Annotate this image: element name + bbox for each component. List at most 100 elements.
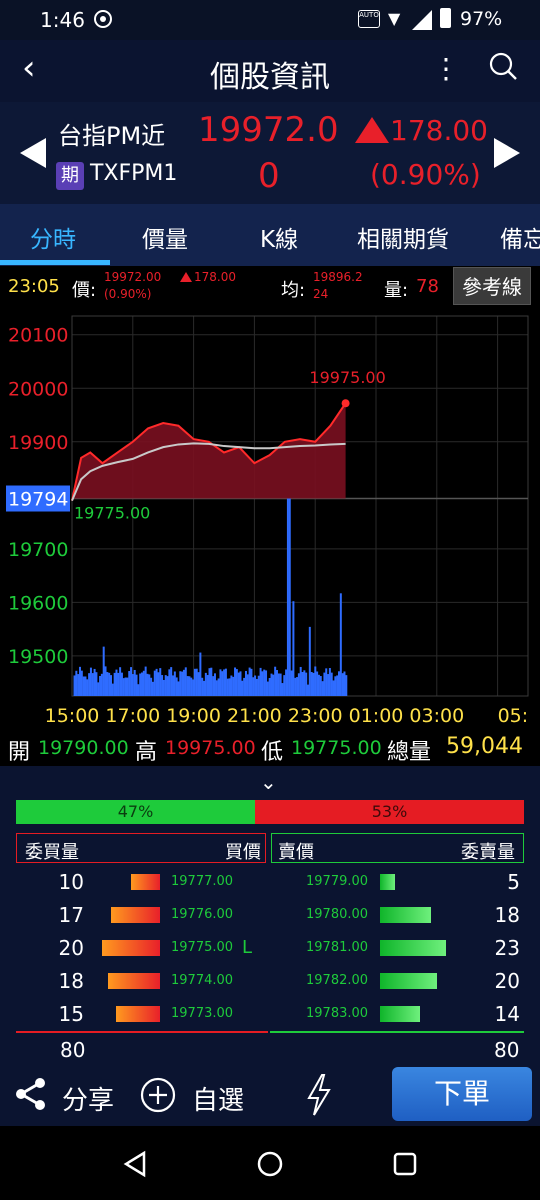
volume-bar [252, 677, 255, 696]
place-order-button[interactable]: 下單 [392, 1067, 532, 1121]
volume-bar [115, 669, 118, 696]
bid-price: 19774.00 [171, 973, 234, 988]
volume-bar [106, 672, 109, 696]
volume-bar [334, 676, 337, 696]
futures-badge: 期 [56, 162, 84, 190]
tab-kline[interactable]: K線 [260, 220, 298, 254]
plus-circle-icon[interactable] [140, 1077, 176, 1113]
share-icon[interactable] [14, 1076, 48, 1112]
bid-qty: 15 [58, 1002, 84, 1026]
buy-ratio-bar: 47% [16, 800, 255, 824]
volume-bar [197, 672, 200, 696]
sell-ratio-bar: 53% [255, 800, 524, 824]
watchlist-button[interactable]: 自選 [192, 1080, 244, 1117]
volume-bar [73, 675, 76, 696]
x-tick-label: 05: [498, 705, 529, 727]
total-sell-qty: 80 [494, 1038, 520, 1062]
volume-bar [95, 672, 98, 696]
volume-bar [286, 498, 289, 696]
battery-percent: 97% [460, 8, 503, 30]
tab-related-futures[interactable]: 相關期貨 [357, 220, 449, 254]
volume-bar [250, 668, 253, 696]
volume-bar [157, 672, 160, 696]
volume-bar [292, 601, 295, 696]
volume-bar [86, 679, 89, 696]
reference-line-button[interactable]: 參考線 [453, 267, 531, 305]
tab-bar: 分時 價量 K線 相關期貨 備忘 [0, 204, 540, 266]
volume-bar [122, 678, 125, 696]
price-change: 178.00 [390, 114, 488, 147]
order-book-row[interactable]: 10 19777.00 19779.00 5 [0, 868, 540, 901]
volume-bar [283, 675, 286, 696]
lightning-icon[interactable] [306, 1074, 332, 1116]
volume-bar [175, 677, 178, 696]
low-annotation: 19775.00 [74, 504, 150, 523]
search-icon[interactable] [488, 51, 518, 81]
prev-stock-icon[interactable] [20, 138, 46, 168]
volume-bar [203, 680, 206, 696]
volume-bar [111, 683, 114, 696]
bid-price: 19776.00 [171, 907, 234, 922]
tab-price-volume[interactable]: 價量 [142, 220, 188, 254]
tab-memo[interactable]: 備忘 [500, 220, 540, 254]
volume-bar [172, 675, 175, 696]
nav-recents-icon[interactable] [392, 1151, 418, 1177]
high-annotation: 19975.00 [309, 368, 385, 387]
volume-bar [153, 670, 156, 696]
nav-back-icon[interactable] [122, 1150, 148, 1178]
volume-bar [139, 673, 142, 696]
chrome-icon [94, 10, 112, 28]
volume-bar [110, 675, 112, 696]
x-tick-label: 23:00 [288, 705, 343, 727]
volume-bar [254, 675, 257, 696]
info-pct: (0.90%) [104, 287, 152, 301]
volume-bar [301, 671, 304, 696]
bid-price: 19775.00 [171, 940, 234, 955]
volume-bar [308, 626, 311, 696]
ask-price: 19781.00 [306, 940, 369, 955]
bid-price: 19777.00 [171, 874, 234, 889]
auto-brightness-icon: AUTO [358, 10, 380, 28]
sell-qty-header: 委賣量 [461, 842, 515, 863]
y-tick-label: 19600 [8, 592, 68, 614]
volume-bar [186, 676, 189, 696]
volume-bar [89, 667, 92, 696]
volume-bar [162, 679, 165, 696]
volume-bar [268, 677, 271, 696]
order-book-row[interactable]: 18 19774.00 19782.00 20 [0, 967, 540, 1000]
volume-bar [164, 675, 167, 696]
volume-bar [135, 674, 138, 696]
volume-bar [210, 667, 213, 696]
volume-bar [327, 674, 330, 696]
tab-intraday[interactable]: 分時 [30, 220, 76, 254]
status-bar: 1:46 AUTO ▼ 97% [0, 0, 540, 40]
buy-total-divider [16, 1031, 268, 1033]
volume-bar [279, 673, 282, 696]
volume-bar [299, 666, 302, 696]
volume-bar [208, 668, 211, 696]
volume-bar [179, 671, 182, 696]
volume-bar [235, 669, 238, 696]
order-book-row[interactable]: 20 19775.00 L 19781.00 23 [0, 934, 540, 967]
nav-home-icon[interactable] [256, 1150, 284, 1178]
share-button[interactable]: 分享 [62, 1080, 114, 1117]
volume-bar [317, 674, 320, 696]
volume-bar [151, 681, 154, 696]
chevron-down-icon[interactable]: ⌄ [260, 770, 277, 794]
volume-bar [234, 667, 237, 696]
volume-bar [204, 672, 207, 696]
price-area [72, 403, 346, 501]
intraday-chart: 19975.00 19775.00 20100 20000 19900 19794 1970… [0, 308, 540, 732]
next-stock-icon[interactable] [494, 138, 520, 168]
bid-qty-bar [102, 940, 160, 956]
ask-qty: 20 [494, 969, 520, 993]
more-vert-icon[interactable]: ⋮ [432, 52, 460, 86]
volume-bar [142, 670, 145, 696]
low-label: 低 [261, 740, 284, 765]
info-change: 178.00 [194, 270, 236, 284]
order-book-row[interactable]: 15 19773.00 19783.00 14 [0, 1000, 540, 1033]
order-book-row[interactable]: 17 19776.00 19780.00 18 [0, 901, 540, 934]
ask-qty: 18 [494, 903, 520, 927]
volume-bar [339, 593, 342, 696]
volume-bar [195, 668, 198, 696]
